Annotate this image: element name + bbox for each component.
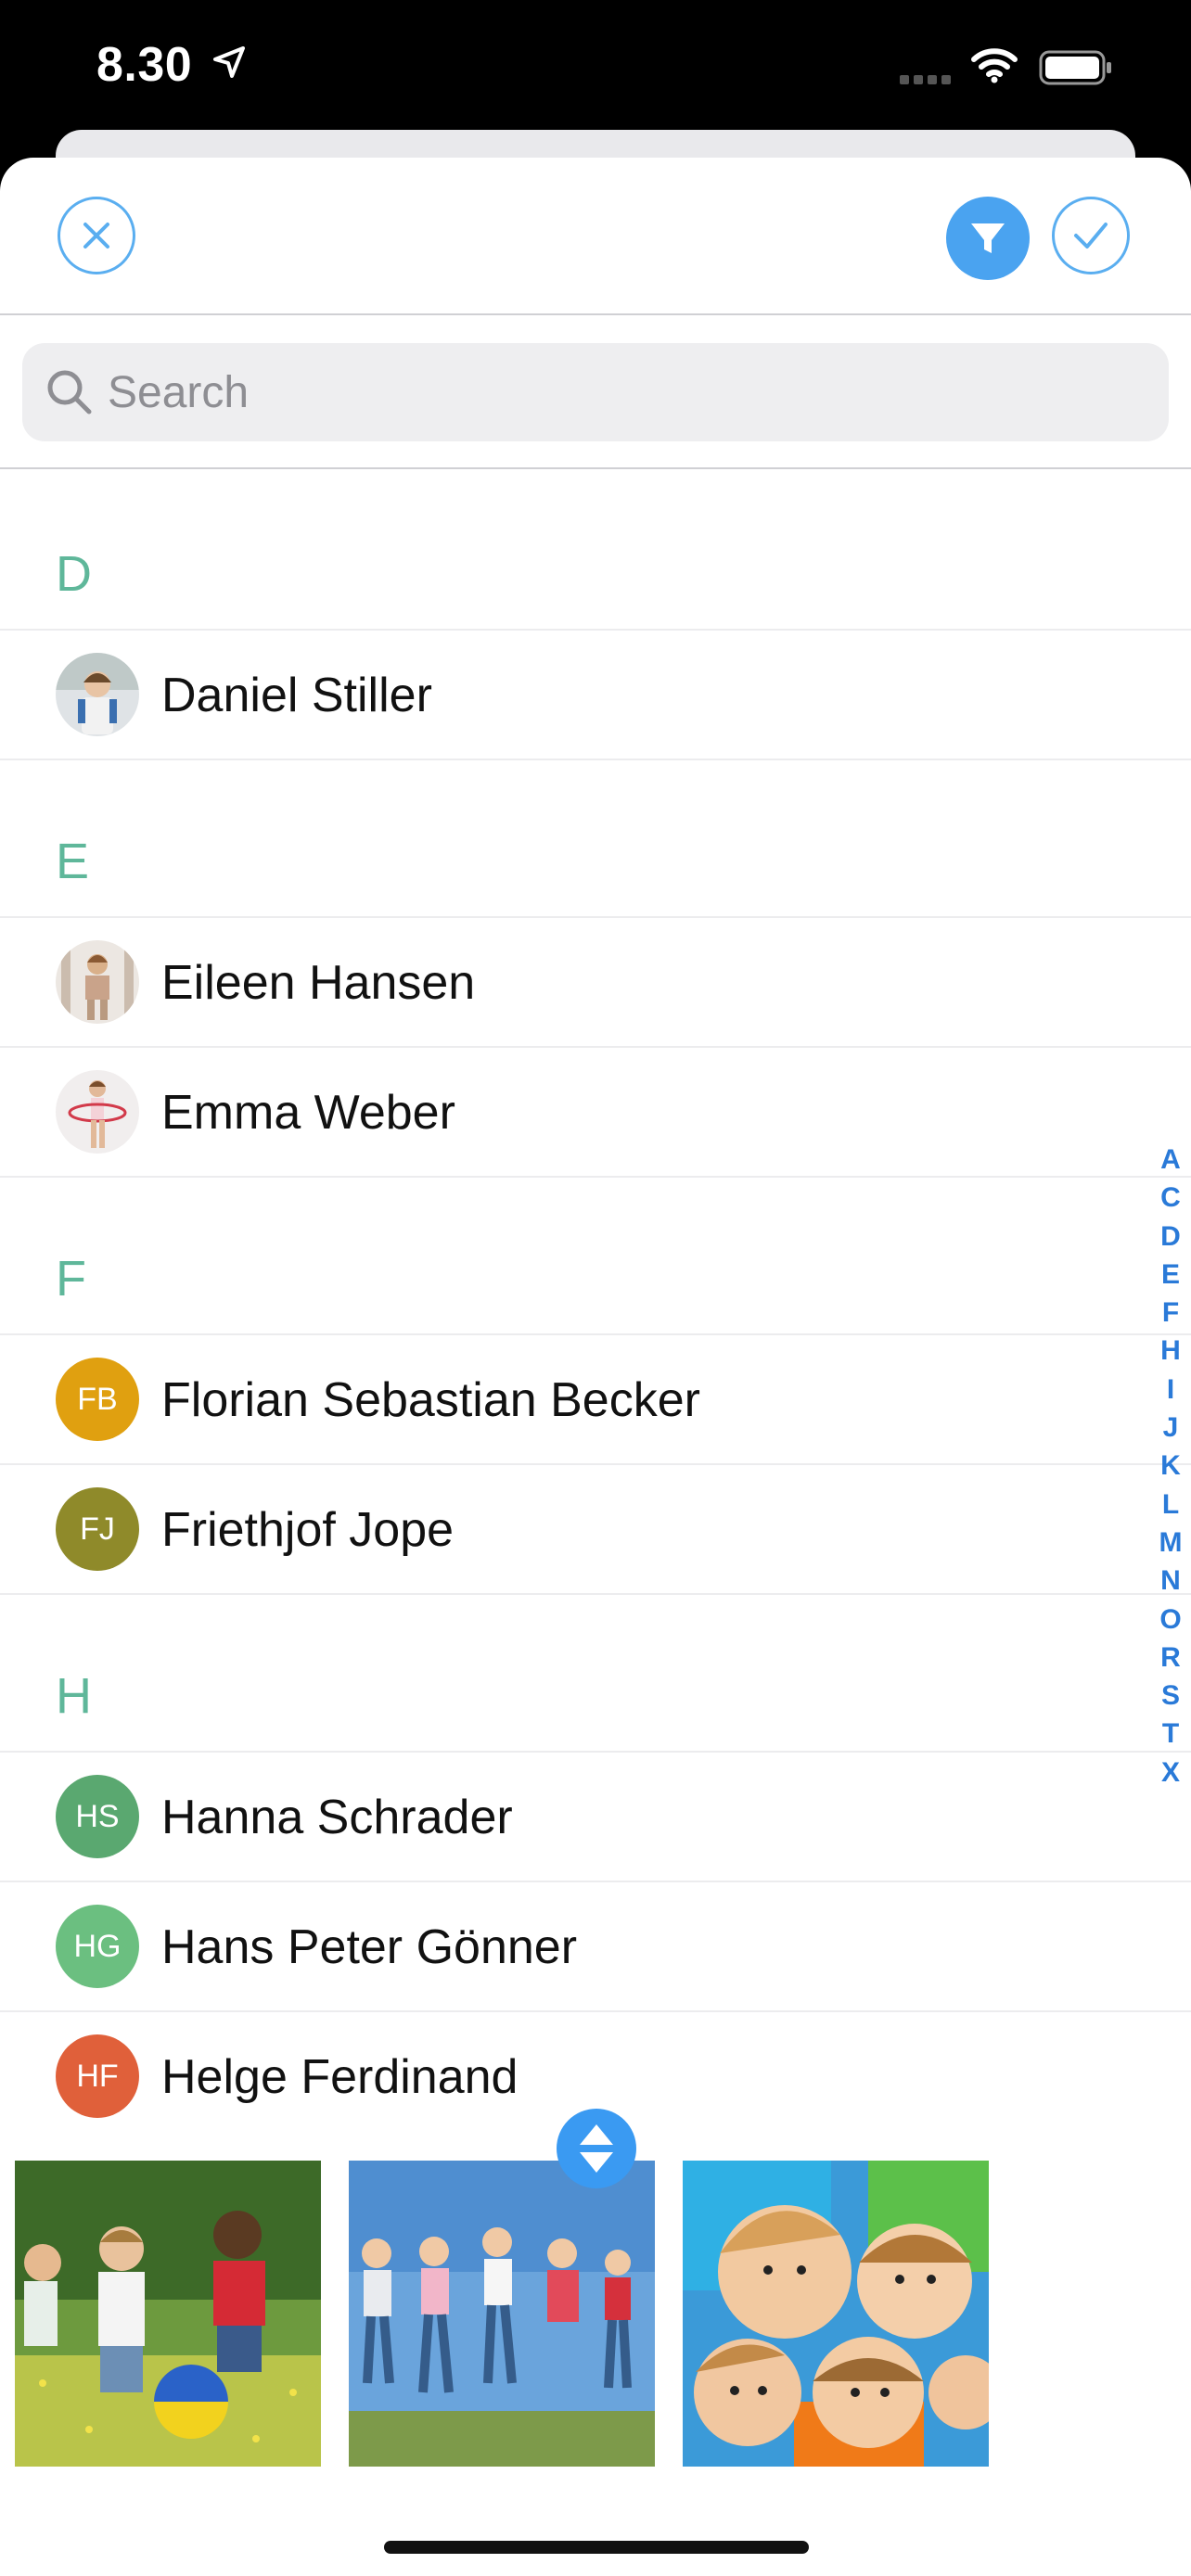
index-letter[interactable]: X xyxy=(1152,1753,1189,1792)
index-letter[interactable]: E xyxy=(1152,1256,1189,1294)
cellular-signal-icon xyxy=(900,72,952,89)
avatar xyxy=(56,653,139,736)
contact-row[interactable]: Eileen Hansen xyxy=(0,916,1191,1046)
battery-icon xyxy=(1039,50,1113,90)
location-arrow-icon xyxy=(211,45,247,84)
section-header-f: F xyxy=(56,1251,86,1307)
drag-handle-button[interactable] xyxy=(557,2109,636,2188)
index-letter[interactable]: M xyxy=(1152,1524,1189,1562)
contact-name: Florian Sebastian Becker xyxy=(161,1373,700,1427)
avatar xyxy=(56,940,139,1024)
index-letter[interactable]: S xyxy=(1152,1677,1189,1715)
avatar: FB xyxy=(56,1358,139,1441)
index-letter[interactable]: T xyxy=(1152,1715,1189,1753)
section-header-d: D xyxy=(56,546,92,602)
checkmark-icon xyxy=(1074,223,1108,249)
contact-name: Helge Ferdinand xyxy=(161,2050,519,2104)
expand-collapse-icon xyxy=(580,2124,613,2173)
contact-name: Eileen Hansen xyxy=(161,956,476,1010)
contact-row[interactable]: Emma Weber xyxy=(0,1046,1191,1178)
wifi-icon xyxy=(971,46,1018,88)
search-icon xyxy=(47,370,92,414)
confirm-button[interactable] xyxy=(1052,197,1130,274)
contact-name: Emma Weber xyxy=(161,1086,455,1140)
search-bar[interactable] xyxy=(22,343,1169,441)
index-letter[interactable]: A xyxy=(1152,1141,1189,1179)
photo-thumbnail[interactable] xyxy=(15,2161,321,2467)
contact-row[interactable]: Daniel Stiller xyxy=(0,629,1191,760)
index-letter[interactable]: C xyxy=(1152,1179,1189,1217)
index-letter[interactable]: R xyxy=(1152,1639,1189,1677)
index-letter[interactable]: K xyxy=(1152,1447,1189,1485)
close-icon xyxy=(83,223,109,249)
avatar: FJ xyxy=(56,1487,139,1571)
close-button[interactable] xyxy=(58,197,135,274)
contact-row[interactable]: FJ Friethjof Jope xyxy=(0,1463,1191,1595)
section-index[interactable]: A C D E F H I J K L M N O R S T X xyxy=(1152,1141,1189,1792)
contact-row[interactable]: HG Hans Peter Gönner xyxy=(0,1881,1191,2010)
index-letter[interactable]: J xyxy=(1152,1409,1189,1447)
home-indicator xyxy=(384,2541,809,2554)
avatar: HG xyxy=(56,1905,139,1988)
contact-name: Daniel Stiller xyxy=(161,669,432,722)
index-letter[interactable]: O xyxy=(1152,1600,1189,1639)
avatar xyxy=(56,1070,139,1154)
avatar: HF xyxy=(56,2034,139,2118)
divider xyxy=(0,467,1191,469)
index-letter[interactable]: L xyxy=(1152,1486,1189,1524)
index-letter[interactable]: I xyxy=(1152,1371,1189,1409)
filter-button[interactable] xyxy=(946,197,1030,280)
section-header-e: E xyxy=(56,834,90,889)
photo-thumbnail[interactable] xyxy=(349,2161,655,2467)
contact-name: Hans Peter Gönner xyxy=(161,1920,578,1974)
filter-icon xyxy=(971,223,1005,253)
photo-thumbnail[interactable] xyxy=(683,2161,989,2467)
status-time: 8.30 xyxy=(96,38,193,92)
navigation-bar xyxy=(0,158,1191,315)
index-letter[interactable]: D xyxy=(1152,1218,1189,1256)
contact-row[interactable]: HS Hanna Schrader xyxy=(0,1751,1191,1881)
index-letter[interactable]: F xyxy=(1152,1294,1189,1332)
avatar: HS xyxy=(56,1775,139,1858)
status-bar: 8.30 xyxy=(0,0,1191,130)
contact-name: Friethjof Jope xyxy=(161,1503,455,1557)
section-header-h: H xyxy=(56,1668,92,1724)
contact-list: D Daniel Stiller E Eileen Hansen Emma We… xyxy=(0,473,1191,2140)
index-letter[interactable]: H xyxy=(1152,1332,1189,1370)
contact-row[interactable]: FB Florian Sebastian Becker xyxy=(0,1333,1191,1463)
search-input[interactable] xyxy=(108,343,1128,441)
index-letter[interactable]: N xyxy=(1152,1562,1189,1600)
contact-name: Hanna Schrader xyxy=(161,1791,513,1844)
